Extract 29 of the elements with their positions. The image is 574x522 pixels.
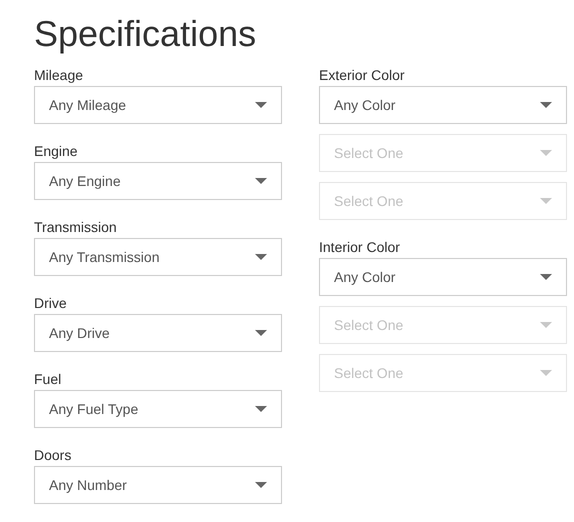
caret-icon — [255, 102, 267, 108]
caret-icon — [540, 322, 552, 328]
dropdown-select[interactable]: Any Engine — [34, 162, 282, 200]
caret-icon — [540, 150, 552, 156]
field-label: Exterior Color — [319, 66, 406, 85]
caret-icon — [255, 330, 267, 336]
caret-icon — [255, 406, 267, 412]
caret-icon — [540, 370, 552, 376]
field-label: Engine — [34, 142, 79, 161]
dropdown-select[interactable]: Any Drive — [34, 314, 282, 352]
field-label: Interior Color — [319, 238, 401, 257]
caret-icon — [540, 274, 552, 280]
dropdown-select[interactable]: Any Transmission — [34, 238, 282, 276]
dropdown-select[interactable]: Any Color — [319, 86, 567, 124]
caret-icon — [255, 482, 267, 488]
page-title: Specifications — [34, 14, 258, 54]
field-label: Transmission — [34, 218, 118, 237]
field-label: Mileage — [34, 66, 84, 85]
dropdown-select[interactable]: Any Fuel Type — [34, 390, 282, 428]
caret-icon — [255, 254, 267, 260]
field-label: Drive — [34, 294, 68, 313]
field-label: Doors — [34, 446, 72, 465]
caret-icon — [540, 198, 552, 204]
caret-icon — [540, 102, 552, 108]
dropdown-select[interactable]: Any Mileage — [34, 86, 282, 124]
caret-icon — [255, 178, 267, 184]
field-label: Fuel — [34, 370, 62, 389]
dropdown-select[interactable]: Any Number — [34, 466, 282, 504]
dropdown-select[interactable]: Any Color — [319, 258, 567, 296]
